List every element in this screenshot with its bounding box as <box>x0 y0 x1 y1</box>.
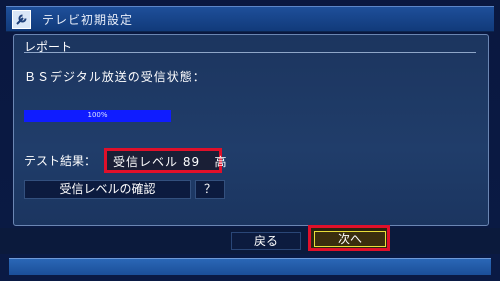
help-button[interactable]: ？ <box>195 180 225 199</box>
next-button-highlight: 次へ <box>308 225 390 251</box>
reception-progress-bar: 100% <box>24 110 171 122</box>
wrench-icon <box>12 10 31 29</box>
heading-divider <box>24 52 476 53</box>
window-title: テレビ初期設定 <box>42 13 134 27</box>
check-reception-level-button[interactable]: 受信レベルの確認 <box>24 180 191 199</box>
next-button[interactable]: 次へ <box>314 231 386 247</box>
back-button[interactable]: 戻る <box>231 232 301 250</box>
reception-level-value: 受信レベル 89 高 <box>113 155 228 169</box>
test-result-label: テスト結果： <box>24 154 97 168</box>
title-bar: テレビ初期設定 <box>6 6 494 32</box>
progress-percent-text: 100% <box>87 111 108 119</box>
bottom-status-bar <box>9 258 491 275</box>
bs-reception-status-label: ＢＳデジタル放送の受信状態： <box>24 70 206 84</box>
test-result-box: 受信レベル 89 高 <box>104 148 227 173</box>
